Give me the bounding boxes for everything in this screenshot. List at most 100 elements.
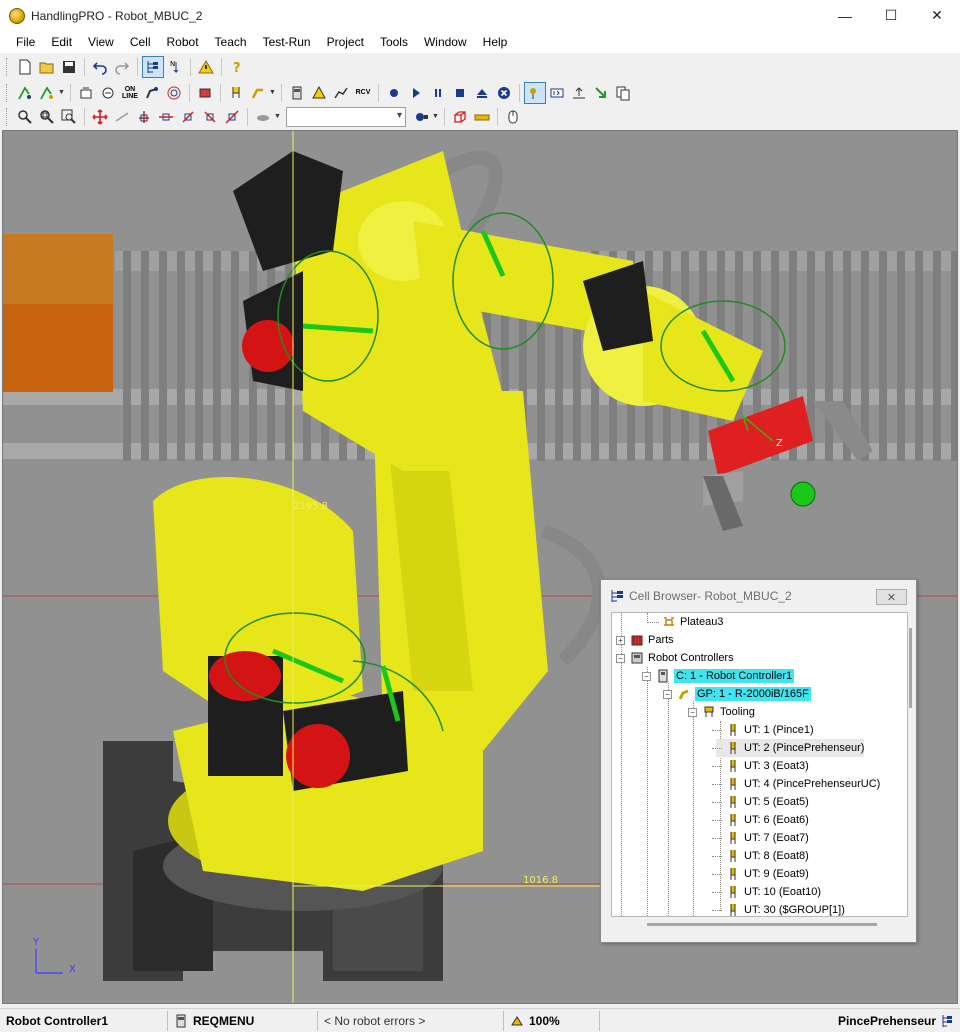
robot-connect-icon[interactable] (75, 82, 97, 104)
rotate-icon[interactable] (221, 106, 243, 128)
camera-icon[interactable] (252, 106, 274, 128)
cell-browser-titlebar[interactable]: Cell Browser- Robot_MBUC_2 (601, 580, 916, 612)
tree-item-controller[interactable]: − C: 1 - Robot Controller1 (642, 667, 795, 685)
pan-icon[interactable] (89, 106, 111, 128)
cube-icon[interactable] (449, 106, 471, 128)
new-file-icon[interactable] (14, 56, 36, 78)
chevron-down-icon[interactable]: ▼ (58, 89, 66, 96)
menu-cell[interactable]: Cell (122, 31, 159, 53)
abort-icon[interactable] (493, 82, 515, 104)
warning-icon[interactable] (195, 56, 217, 78)
open-folder-icon[interactable] (36, 56, 58, 78)
move-z-icon[interactable] (199, 106, 221, 128)
menu-tools[interactable]: Tools (372, 31, 416, 53)
robot-home-icon[interactable] (97, 82, 119, 104)
toolbar-grip[interactable] (6, 57, 10, 76)
close-button[interactable]: ✕ (914, 0, 960, 31)
zoom-icon[interactable] (14, 106, 36, 128)
part-icon[interactable] (194, 82, 216, 104)
toolbar-grip[interactable] (6, 83, 10, 102)
tool-item[interactable]: UT: 3 (Eoat3) (712, 757, 809, 775)
menu-test-run[interactable]: Test-Run (255, 31, 319, 53)
rcv-icon[interactable]: RCV (352, 82, 374, 104)
teach-point-icon[interactable] (14, 82, 36, 104)
collapse-icon[interactable]: − (663, 689, 672, 699)
alarm-icon[interactable] (308, 82, 330, 104)
move-x-icon[interactable] (155, 106, 177, 128)
ruler-icon[interactable] (471, 106, 493, 128)
zoom-fit-icon[interactable] (58, 106, 80, 128)
menu-window[interactable]: Window (416, 31, 475, 53)
tool-item[interactable]: UT: 30 ($GROUP[1]) (712, 901, 845, 916)
collapse-icon[interactable]: − (616, 653, 625, 663)
tree-item-parts[interactable]: + Parts (616, 631, 674, 649)
tool-item[interactable]: UT: 6 (Eoat6) (712, 811, 809, 829)
download-icon[interactable] (590, 82, 612, 104)
tool-item[interactable]: UT: 9 (Eoat9) (712, 865, 809, 883)
menu-edit[interactable]: Edit (43, 31, 80, 53)
measure-icon[interactable] (111, 106, 133, 128)
record-icon[interactable] (383, 82, 405, 104)
touchup-point-icon[interactable] (36, 82, 58, 104)
toolbar-grip[interactable] (6, 107, 10, 126)
scroll-thumb[interactable] (647, 923, 877, 926)
move-y-icon[interactable] (177, 106, 199, 128)
menu-project[interactable]: Project (319, 31, 372, 53)
robot-tool-icon[interactable] (247, 82, 269, 104)
tree-item-tooling[interactable]: − Tooling (688, 703, 755, 721)
maximize-button[interactable]: ☐ (868, 0, 914, 31)
upload-icon[interactable] (568, 82, 590, 104)
eject-icon[interactable] (471, 82, 493, 104)
tree-item-group[interactable]: − GP: 1 - R-2000iB/165F (663, 685, 811, 703)
tree-item-robot-controllers[interactable]: − Robot Controllers (616, 649, 734, 667)
menu-robot[interactable]: Robot (159, 31, 207, 53)
program-icon[interactable] (546, 82, 568, 104)
copy-icon[interactable] (612, 82, 634, 104)
view-combo[interactable] (286, 106, 406, 127)
chevron-down-icon[interactable]: ▼ (274, 113, 282, 120)
tool-item[interactable]: UT: 1 (Pince1) (712, 721, 814, 739)
mouse-icon[interactable] (502, 106, 524, 128)
menu-file[interactable]: File (8, 31, 43, 53)
horizontal-scrollbar[interactable] (611, 917, 908, 934)
collapse-icon[interactable]: − (642, 671, 651, 681)
collapse-icon[interactable]: − (688, 707, 697, 717)
online-icon[interactable]: ON LINE (119, 82, 141, 104)
minimize-button[interactable]: — (822, 0, 868, 31)
tool-item[interactable]: UT: 8 (Eoat8) (712, 847, 809, 865)
tree-item-plateau[interactable]: Plateau3 (662, 613, 723, 631)
cell-browser-close-button[interactable]: ✕ (876, 589, 907, 605)
tool-item[interactable]: UT: 10 (Eoat10) (712, 883, 821, 901)
undo-icon[interactable] (89, 56, 111, 78)
menu-view[interactable]: View (80, 31, 122, 53)
tool-item[interactable]: UT: 5 (Eoat5) (712, 793, 809, 811)
run-panel-icon[interactable] (524, 81, 546, 104)
redo-icon[interactable] (111, 56, 133, 78)
target-point[interactable] (790, 481, 816, 507)
play-icon[interactable] (405, 82, 427, 104)
record-view-icon[interactable] (410, 106, 432, 128)
ik-icon[interactable] (330, 82, 352, 104)
tool-item[interactable]: UT: 7 (Eoat7) (712, 829, 809, 847)
expand-icon[interactable]: + (616, 635, 625, 645)
tool-item[interactable]: UT: 4 (PincePrehenseurUC) (712, 775, 880, 793)
gripper-icon[interactable] (225, 82, 247, 104)
menu-help[interactable]: Help (475, 31, 516, 53)
menu-teach[interactable]: Teach (207, 31, 255, 53)
zoom-window-icon[interactable] (36, 106, 58, 128)
teach-pendant-icon[interactable] (286, 82, 308, 104)
save-icon[interactable] (58, 56, 80, 78)
chevron-down-icon[interactable]: ▼ (269, 89, 277, 96)
cell-browser-icon[interactable] (142, 55, 164, 78)
help-icon[interactable]: ? (226, 56, 248, 78)
vertical-scrollbar[interactable] (909, 628, 912, 708)
pause-icon[interactable] (427, 82, 449, 104)
target-icon[interactable] (163, 82, 185, 104)
sort-icon[interactable]: N (164, 56, 186, 78)
frame-icon[interactable] (133, 106, 155, 128)
cell-tree[interactable]: Plateau3 + Parts − Robot Controllers − C… (611, 612, 908, 917)
robot-arm-icon[interactable] (141, 82, 163, 104)
cell-browser-window[interactable]: Cell Browser- Robot_MBUC_2 ✕ Plateau3 + … (600, 579, 917, 943)
stop-icon[interactable] (449, 82, 471, 104)
chevron-down-icon[interactable]: ▼ (432, 113, 440, 120)
